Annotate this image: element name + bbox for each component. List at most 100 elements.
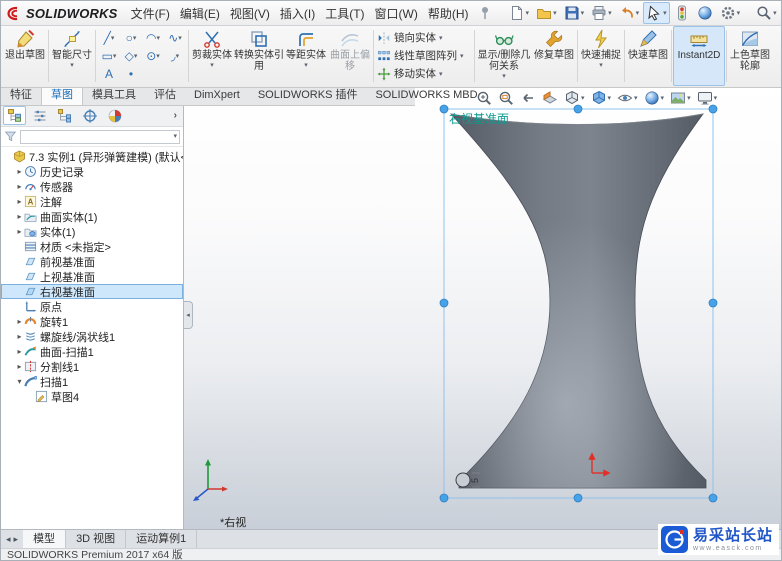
tree-item-annotations[interactable]: ▸ 注解 [1, 194, 183, 209]
ellipse-tool-button[interactable]: ⊙ ▾ [142, 47, 164, 65]
mirror-entities-button[interactable]: 镜向实体 ▾ [377, 30, 473, 46]
propertymanager-tab[interactable] [28, 106, 51, 125]
rapid-sketch-button[interactable]: 快速草图 [626, 26, 670, 86]
instant2d-button[interactable]: Instant2D [673, 26, 725, 86]
fillet-tool-button[interactable]: ◞ ▾ [164, 47, 186, 65]
text-tool-button[interactable]: A [98, 65, 120, 83]
tab-mold-tools[interactable]: 模具工具 [83, 85, 145, 105]
tree-item-front-plane[interactable]: 前视基准面 [1, 254, 183, 269]
repair-sketch-button[interactable]: 修复草图 [532, 26, 576, 86]
tab-motion-study1[interactable]: 运动算例1 [126, 530, 198, 548]
print-button[interactable]: ▾ [588, 2, 615, 24]
tree-item-top-plane[interactable]: 上视基准面 [1, 269, 183, 284]
zoom-area-button[interactable] [498, 90, 514, 106]
display-style-button[interactable]: ▾ [591, 90, 611, 106]
rectangle-tool-button[interactable]: ▭ ▾ [98, 47, 120, 65]
undo-button[interactable]: ▾ [616, 2, 643, 24]
move-entities-button[interactable]: 移动实体 ▾ [377, 66, 473, 82]
expand-caret-icon[interactable]: ▸ [15, 362, 24, 371]
rebuild-button[interactable] [671, 2, 693, 24]
expand-caret-icon[interactable]: ▸ [15, 167, 24, 176]
panel-expand-chevron-icon[interactable]: › [170, 110, 181, 121]
open-button[interactable]: ▾ [533, 2, 560, 24]
expand-caret-icon[interactable]: ▾ [15, 377, 24, 386]
menu-file[interactable]: 文件(F) [126, 2, 175, 25]
tree-item-history[interactable]: ▸ 历史记录 [1, 164, 183, 179]
tab-features[interactable]: 特征 [1, 85, 41, 105]
linear-sketch-pattern-button[interactable]: 线性草图阵列 ▾ [377, 48, 473, 64]
tree-item-sensors[interactable]: ▸ 传感器 [1, 179, 183, 194]
tab-model[interactable]: 模型 [23, 530, 67, 548]
expand-caret-icon[interactable]: ▸ [15, 212, 24, 221]
tree-item-root[interactable]: 7.3 实例1 (异形弹簧建模) (默认<<默认 [1, 149, 183, 164]
polygon-tool-button[interactable]: ◇ ▾ [120, 47, 142, 65]
menu-tools[interactable]: 工具(T) [320, 2, 369, 25]
displaymanager-tab[interactable] [103, 106, 126, 125]
apply-scene-button[interactable]: ▾ [670, 90, 691, 106]
offset-entities-button[interactable]: 等距实体 ▾ [284, 26, 328, 86]
section-view-button[interactable] [542, 90, 558, 106]
tab-solidworks-add-ins[interactable]: SOLIDWORKS 插件 [249, 85, 367, 105]
previous-view-button[interactable] [520, 90, 536, 106]
view-orientation-button[interactable]: ▾ [564, 90, 585, 106]
tab-3d-views[interactable]: 3D 视图 [66, 530, 127, 548]
convert-entities-button[interactable]: 转换实体引用 [234, 26, 284, 86]
spline-tool-button[interactable]: ∿ ▾ [164, 29, 186, 47]
select-tool-button[interactable]: ▾ [643, 2, 670, 24]
expand-caret-icon[interactable]: ▸ [15, 197, 24, 206]
view-settings-button[interactable]: ▾ [697, 90, 717, 106]
scroll-tabs-left-icon[interactable]: ◂ [6, 534, 11, 545]
dimxpertmanager-tab[interactable] [78, 106, 101, 125]
expand-caret-icon[interactable]: ▸ [15, 347, 24, 356]
tree-item-surface-bodies[interactable]: ▸ 曲面实体(1) [1, 209, 183, 224]
point-tool-button[interactable]: • [120, 65, 142, 83]
quick-snaps-button[interactable]: 快速捕捉 ▾ [579, 26, 623, 86]
3d-scene[interactable]: 5 [184, 85, 782, 529]
configurationmanager-tab[interactable] [53, 106, 76, 125]
graphics-area[interactable]: ▾ ▾ ▾ ▾ ▾ ▾ 5 右视基准面 *右视 [184, 85, 782, 529]
expand-caret-icon[interactable]: ▸ [15, 227, 24, 236]
sketch-circle[interactable] [455, 472, 471, 488]
tree-item-helix1[interactable]: ▸ 螺旋线/涡状线1 [1, 329, 183, 344]
expand-caret-icon[interactable]: ▸ [15, 182, 24, 191]
tree-item-solid-bodies[interactable]: ▸ 实体(1) [1, 224, 183, 239]
search-button[interactable]: ▾ [753, 2, 780, 24]
featuremanager-tab[interactable] [3, 106, 26, 125]
tree-filter-input[interactable]: ▾ [20, 129, 180, 144]
pin-menu-icon[interactable] [477, 5, 493, 21]
panel-splitter-handle[interactable]: ◂ [184, 301, 193, 329]
menu-insert[interactable]: 插入(I) [275, 2, 320, 25]
tab-evaluate[interactable]: 评估 [145, 85, 185, 105]
tab-sketch[interactable]: 草图 [41, 85, 83, 105]
menu-view[interactable]: 视图(V) [225, 2, 275, 25]
new-document-button[interactable]: ▾ [506, 2, 533, 24]
menu-window[interactable]: 窗口(W) [370, 2, 423, 25]
options-button[interactable]: ▾ [717, 2, 744, 24]
tree-item-sweep1[interactable]: ▾ 扫描1 [1, 374, 183, 389]
tree-item-right-plane[interactable]: 右视基准面 [1, 284, 183, 299]
edit-appearance-button[interactable] [694, 2, 716, 24]
smart-dimension-button[interactable]: 智能尺寸 ▾ [50, 26, 94, 86]
line-tool-button[interactable]: ╱ ▾ [98, 29, 120, 47]
tree-item-split-line1[interactable]: ▸ 分割线1 [1, 359, 183, 374]
exit-sketch-button[interactable]: 退出草图 [3, 26, 47, 86]
tree-item-surface-sweep1[interactable]: ▸ 曲面-扫描1 [1, 344, 183, 359]
expand-caret-icon[interactable]: ▸ [15, 332, 24, 341]
menu-edit[interactable]: 编辑(E) [175, 2, 225, 25]
trim-entities-button[interactable]: 剪裁实体 ▾ [190, 26, 234, 86]
circle-tool-button[interactable]: ○ ▾ [120, 29, 142, 47]
offset-on-surface-button[interactable]: 曲面上偏移 [328, 26, 372, 86]
menu-help[interactable]: 帮助(H) [423, 2, 474, 25]
tab-solidworks-mbd[interactable]: SOLIDWORKS MBD [366, 85, 486, 105]
tree-item-origin[interactable]: 原点 [1, 299, 183, 314]
arc-tool-button[interactable]: ◠ ▾ [142, 29, 164, 47]
tree-item-revolve1[interactable]: ▸ 旋转1 [1, 314, 183, 329]
hide-show-items-button[interactable]: ▾ [617, 90, 638, 106]
shaded-sketch-contours-button[interactable]: 上色草图轮廓 [728, 26, 772, 86]
tab-dimxpert[interactable]: DimXpert [185, 85, 249, 105]
save-button[interactable]: ▾ [561, 2, 588, 24]
expand-caret-icon[interactable]: ▸ [15, 317, 24, 326]
edit-appearance-button-hud[interactable]: ▾ [644, 90, 664, 106]
scroll-tabs-right-icon[interactable]: ▸ [14, 534, 19, 545]
display-delete-relations-button[interactable]: 显示/删除几何关系 ▾ [476, 26, 532, 86]
